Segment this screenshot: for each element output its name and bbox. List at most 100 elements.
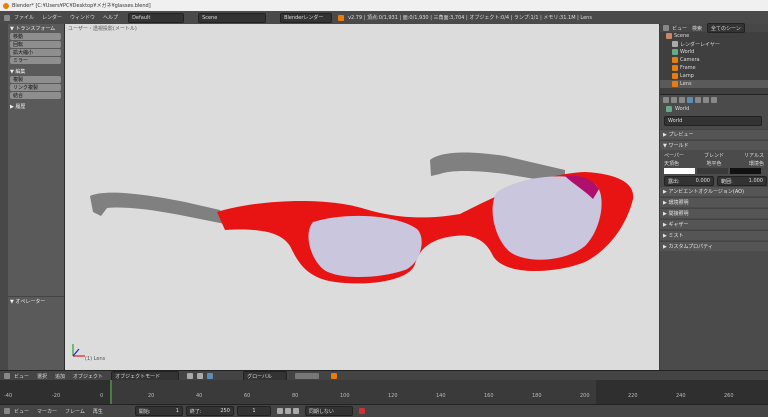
modifier-tab-icon[interactable] bbox=[703, 97, 709, 103]
outliner-editor-icon[interactable] bbox=[663, 25, 669, 31]
layers-tab-icon[interactable] bbox=[671, 97, 677, 103]
viewport-view-label: ユーザー・透視投影(メートル) bbox=[68, 26, 137, 32]
history-panel-header[interactable]: ▶ 履歴 bbox=[0, 102, 64, 110]
timeline-tick-label: -40 bbox=[4, 393, 13, 399]
outliner-item-world[interactable]: World bbox=[660, 48, 768, 56]
menu-timeline-view[interactable]: ビュー bbox=[10, 408, 33, 415]
menu-marker[interactable]: マーカー bbox=[33, 408, 61, 415]
blender-logo-icon bbox=[3, 2, 9, 9]
ambient-color-swatch[interactable] bbox=[730, 168, 761, 174]
section-label: 環境照明 bbox=[668, 200, 689, 206]
left-temple bbox=[90, 192, 225, 224]
scene-tab-icon[interactable] bbox=[679, 97, 685, 103]
range-field[interactable]: 範囲: 1.000 bbox=[717, 176, 767, 186]
timeline-tick-label: 140 bbox=[436, 393, 446, 399]
menu-render[interactable]: レンダー bbox=[38, 14, 66, 21]
menu-window[interactable]: ウィンドウ bbox=[66, 14, 99, 21]
jump-end-icon[interactable] bbox=[292, 408, 299, 414]
render-engine-name: Blenderレンダー bbox=[284, 15, 324, 21]
transform-panel-header[interactable]: ▼ トランスフォーム bbox=[0, 24, 64, 32]
menu-object[interactable]: オブジェクト bbox=[69, 373, 107, 380]
sync-select[interactable]: 同期しない bbox=[304, 406, 353, 416]
blend-sky-checkbox[interactable]: ブレンド bbox=[704, 152, 724, 159]
rotate-button[interactable]: 回転 bbox=[10, 41, 61, 48]
outliner-item-renderlayers[interactable]: レンダーレイヤー bbox=[660, 40, 768, 48]
render-engine-select[interactable]: Blenderレンダー bbox=[280, 12, 333, 23]
zenith-color-swatch[interactable] bbox=[697, 168, 728, 174]
menu-select[interactable]: 選択 bbox=[33, 373, 51, 380]
shading-icon[interactable] bbox=[187, 373, 194, 379]
duplicate-linked-button[interactable]: リンク複製 bbox=[10, 84, 61, 91]
mist-section[interactable]: ▶ ミスト bbox=[660, 230, 768, 240]
duplicate-button[interactable]: 複製 bbox=[10, 76, 61, 83]
mesh-icon bbox=[672, 81, 678, 87]
outliner-item-label: Frame bbox=[680, 65, 696, 71]
outliner-filter-select[interactable]: 全てのシーン bbox=[707, 23, 746, 33]
exposure-label: 露出: bbox=[668, 178, 680, 185]
menu-view[interactable]: ビュー bbox=[10, 373, 33, 380]
horizon-color-label: 天頂色 bbox=[664, 160, 680, 167]
current-frame-field[interactable]: 1 bbox=[236, 406, 271, 416]
outliner-item-lamp[interactable]: Lamp bbox=[660, 72, 768, 80]
keyframe-record-icon[interactable] bbox=[358, 408, 365, 414]
start-label: 開始: bbox=[138, 408, 151, 415]
mirror-button[interactable]: ミラー bbox=[10, 57, 61, 64]
timeline-tick-label: 20 bbox=[148, 393, 155, 399]
menu-frame[interactable]: フレーム bbox=[61, 408, 89, 415]
object-tab-icon[interactable] bbox=[695, 97, 701, 103]
menu-add[interactable]: 追加 bbox=[51, 373, 69, 380]
scene-selector[interactable]: Scene bbox=[198, 12, 267, 23]
timeline-track bbox=[0, 380, 768, 404]
outliner-item-lens[interactable]: Lens bbox=[660, 80, 768, 88]
ao-section[interactable]: ▶ アンビエントオクルージョン(AO) bbox=[660, 186, 768, 196]
outliner-item-camera[interactable]: Camera bbox=[660, 56, 768, 64]
paper-sky-checkbox[interactable]: ペーパー bbox=[664, 152, 684, 159]
manipulator-icon[interactable] bbox=[207, 373, 214, 379]
indirect-lighting-section[interactable]: ▶ 間接照明 bbox=[660, 208, 768, 218]
start-frame-field[interactable]: 開始: 1 bbox=[134, 406, 183, 416]
world-breadcrumb-label: World bbox=[675, 106, 690, 112]
render-tab-icon[interactable] bbox=[663, 97, 669, 103]
title-bar: Blender* [C:¥Users¥PC¥Desktop¥メガネ¥glasse… bbox=[0, 0, 768, 11]
menu-file[interactable]: ファイル bbox=[10, 14, 38, 21]
outliner-view-menu[interactable]: ビュー bbox=[672, 25, 687, 32]
horizon-color-swatch[interactable] bbox=[664, 168, 695, 174]
join-button[interactable]: 結合 bbox=[10, 92, 61, 99]
tool-tabs[interactable] bbox=[0, 24, 8, 370]
world-section[interactable]: ▼ ワールド bbox=[660, 140, 768, 150]
timeline[interactable]: -40 -20 0 20 40 60 80 100 120 140 160 180 200 220 240 2… bbox=[0, 380, 768, 404]
play-icon[interactable] bbox=[284, 408, 291, 414]
pivot-icon[interactable] bbox=[197, 373, 204, 379]
menu-playback[interactable]: 再生 bbox=[89, 408, 107, 415]
end-frame-field[interactable]: 終了: 250 bbox=[185, 406, 234, 416]
layout-selector[interactable]: Default bbox=[128, 12, 185, 23]
range-value: 1.000 bbox=[748, 178, 763, 184]
environment-lighting-section[interactable]: ▶ 環境照明 bbox=[660, 197, 768, 207]
scale-button[interactable]: 拡大縮小 bbox=[10, 49, 61, 56]
outliner-item-scene[interactable]: Scene bbox=[660, 32, 768, 40]
edit-panel-header[interactable]: ▼ 編集 bbox=[0, 67, 64, 75]
outliner-search-menu[interactable]: 検索 bbox=[692, 25, 702, 32]
preview-section[interactable]: ▶ プレビュー bbox=[660, 129, 768, 139]
gather-section[interactable]: ▶ ギャザー bbox=[660, 219, 768, 229]
outliner-item-frame[interactable]: Frame bbox=[660, 64, 768, 72]
operator-panel-header[interactable]: ▼ オペレーター bbox=[0, 296, 64, 305]
jump-start-icon[interactable] bbox=[276, 408, 283, 414]
timeline-tick-label: 40 bbox=[196, 393, 203, 399]
section-label: カスタムプロパティ bbox=[668, 244, 713, 250]
menu-help[interactable]: ヘルプ bbox=[99, 14, 122, 21]
layers-icon[interactable] bbox=[295, 373, 320, 379]
3d-viewport[interactable]: ユーザー・透視投影(メートル) (1) Lens bbox=[65, 24, 659, 370]
real-sky-checkbox[interactable]: リアルス bbox=[744, 152, 764, 159]
outliner-item-label: Scene bbox=[674, 33, 690, 39]
material-tab-icon[interactable] bbox=[711, 97, 717, 103]
custom-properties-section[interactable]: ▶ カスタムプロパティ bbox=[660, 241, 768, 251]
timeline-tick-label: 260 bbox=[724, 393, 734, 399]
world-datablock-field[interactable]: World bbox=[664, 116, 762, 126]
world-tab-icon[interactable] bbox=[687, 97, 693, 103]
outliner-item-label: Lens bbox=[680, 81, 692, 87]
translate-button[interactable]: 移動 bbox=[10, 33, 61, 40]
exposure-field[interactable]: 露出: 0.000 bbox=[664, 176, 714, 186]
snap-icon[interactable] bbox=[331, 373, 338, 379]
scene-name: Scene bbox=[202, 14, 218, 21]
